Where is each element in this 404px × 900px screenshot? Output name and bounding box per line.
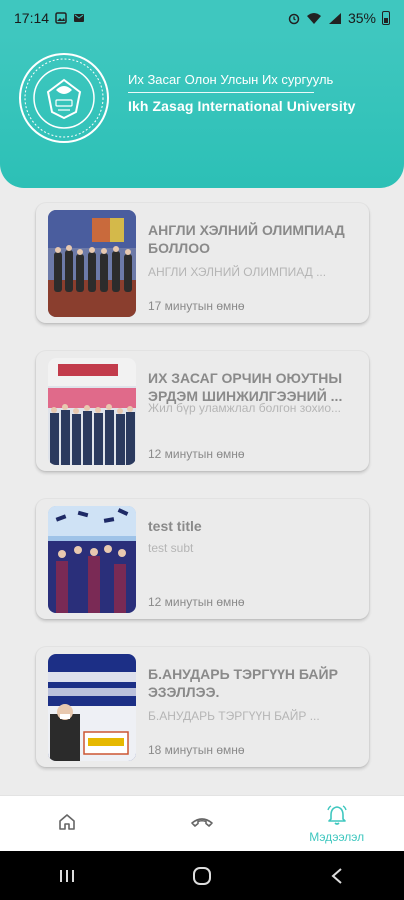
news-title: ИХ ЗАСАГ ОРЧИН ОЮУТНЫ ЭРДЭМ ШИНЖИЛГЭЭНИЙ… bbox=[148, 370, 343, 404]
news-feed[interactable]: АНГЛИ ХЭЛНИЙ ОЛИМПИАД БОЛЛОО АНГЛИ ХЭЛНИ… bbox=[0, 188, 404, 778]
news-subtitle: Б.АНУДАРЬ ТЭРГҮҮН БАЙР ... bbox=[148, 709, 320, 723]
alarm-icon bbox=[288, 13, 300, 24]
news-time: 12 минутын өмнө bbox=[148, 595, 245, 609]
phone-icon bbox=[191, 817, 213, 827]
university-logo bbox=[19, 53, 109, 143]
bottom-nav: Мэдээлэл bbox=[0, 795, 404, 851]
news-subtitle: test subt bbox=[148, 541, 194, 555]
home-button[interactable] bbox=[172, 861, 232, 891]
bell-icon bbox=[327, 804, 347, 825]
news-card[interactable]: ИХ ЗАСАГ ОРЧИН ОЮУТНЫ ЭРДЭМ ШИНЖИЛГЭЭНИЙ… bbox=[36, 351, 369, 471]
news-card[interactable]: АНГЛИ ХЭЛНИЙ ОЛИМПИАД БОЛЛОО АНГЛИ ХЭЛНИ… bbox=[36, 203, 369, 323]
news-card[interactable]: test title test subt 12 минутын өмнө bbox=[36, 499, 369, 619]
news-title: test title bbox=[148, 518, 202, 534]
news-thumbnail bbox=[48, 210, 136, 317]
recent-apps-button[interactable] bbox=[37, 861, 97, 891]
nav-news[interactable]: Мэдээлэл bbox=[269, 796, 404, 851]
university-name-mn: Их Засаг Олон Улсын Их сургууль bbox=[128, 72, 334, 87]
nav-contact[interactable] bbox=[135, 796, 270, 851]
news-time: 17 минутын өмнө bbox=[148, 299, 245, 313]
nav-home[interactable] bbox=[0, 796, 135, 851]
status-bar: 17:14 35% bbox=[0, 0, 404, 36]
news-thumbnail bbox=[48, 358, 136, 465]
home-circle-icon bbox=[192, 866, 211, 885]
wifi-icon bbox=[306, 12, 321, 24]
signal-icon bbox=[328, 12, 341, 24]
news-time: 12 минутын өмнө bbox=[148, 447, 245, 461]
news-thumbnail bbox=[48, 506, 136, 613]
news-card[interactable]: Б.АНУДАРЬ ТЭРГҮҮН БАЙР ЭЗЭЛЛЭЭ. Б.АНУДАР… bbox=[36, 647, 369, 767]
message-icon bbox=[74, 14, 85, 22]
battery-icon bbox=[382, 11, 390, 25]
news-subtitle: Жил бүр уламжлал болгон зохио... bbox=[148, 401, 342, 415]
app-header: Их Засаг Олон Улсын Их сургууль Ikh Zasa… bbox=[0, 36, 404, 188]
back-button[interactable] bbox=[307, 861, 367, 891]
news-title: Б.АНУДАРЬ ТЭРГҮҮН БАЙР ЭЗЭЛЛЭЭ. bbox=[148, 666, 338, 700]
news-thumbnail bbox=[48, 654, 136, 761]
home-icon bbox=[59, 813, 76, 830]
university-name-en: Ikh Zasag International University bbox=[128, 98, 356, 114]
back-icon bbox=[331, 867, 342, 884]
system-nav-bar bbox=[0, 851, 404, 900]
news-subtitle: АНГЛИ ХЭЛНИЙ ОЛИМПИАД ... bbox=[148, 265, 327, 279]
news-title: АНГЛИ ХЭЛНИЙ ОЛИМПИАД БОЛЛОО bbox=[148, 222, 345, 256]
battery-percent: 35% bbox=[347, 10, 376, 26]
news-time: 18 минутын өмнө bbox=[148, 743, 245, 757]
header-divider bbox=[128, 92, 314, 93]
image-icon bbox=[55, 12, 67, 24]
nav-news-label: Мэдээлэл bbox=[309, 829, 365, 844]
status-time: 17:14 bbox=[14, 10, 50, 26]
recent-apps-icon bbox=[60, 869, 75, 882]
